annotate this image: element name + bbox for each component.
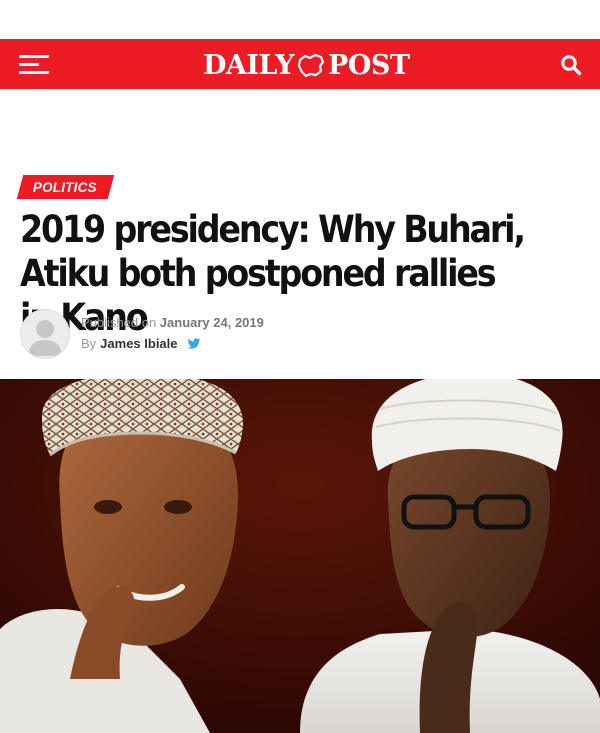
default-avatar-icon <box>28 320 62 356</box>
publish-info: Published on January 24, 2019 <box>81 315 264 330</box>
logo-text-right: POST <box>328 49 410 81</box>
logo-text-left: DAILY <box>203 49 295 81</box>
category-badge[interactable]: POLITICS <box>16 175 115 199</box>
hamburger-menu-icon[interactable] <box>19 54 51 76</box>
nigeria-map-icon <box>297 53 325 78</box>
publish-date: January 24, 2019 <box>159 315 264 330</box>
author-avatar[interactable] <box>20 309 70 359</box>
by-label: By <box>81 336 97 351</box>
site-header: DAILY POST <box>0 39 600 89</box>
author-name[interactable]: James Ibiale <box>100 336 177 351</box>
atiku-buhari-photo <box>0 379 600 733</box>
article-page: DAILY POST POLITICS 2019 presidency: Why… <box>0 0 600 733</box>
site-logo[interactable]: DAILY POST <box>203 49 410 81</box>
featured-image[interactable] <box>0 379 600 733</box>
published-label: Published on <box>81 315 157 330</box>
twitter-icon[interactable] <box>187 337 201 350</box>
category-label: POLITICS <box>33 179 97 195</box>
search-icon[interactable] <box>560 54 582 76</box>
byline: By James Ibiale <box>81 336 201 351</box>
